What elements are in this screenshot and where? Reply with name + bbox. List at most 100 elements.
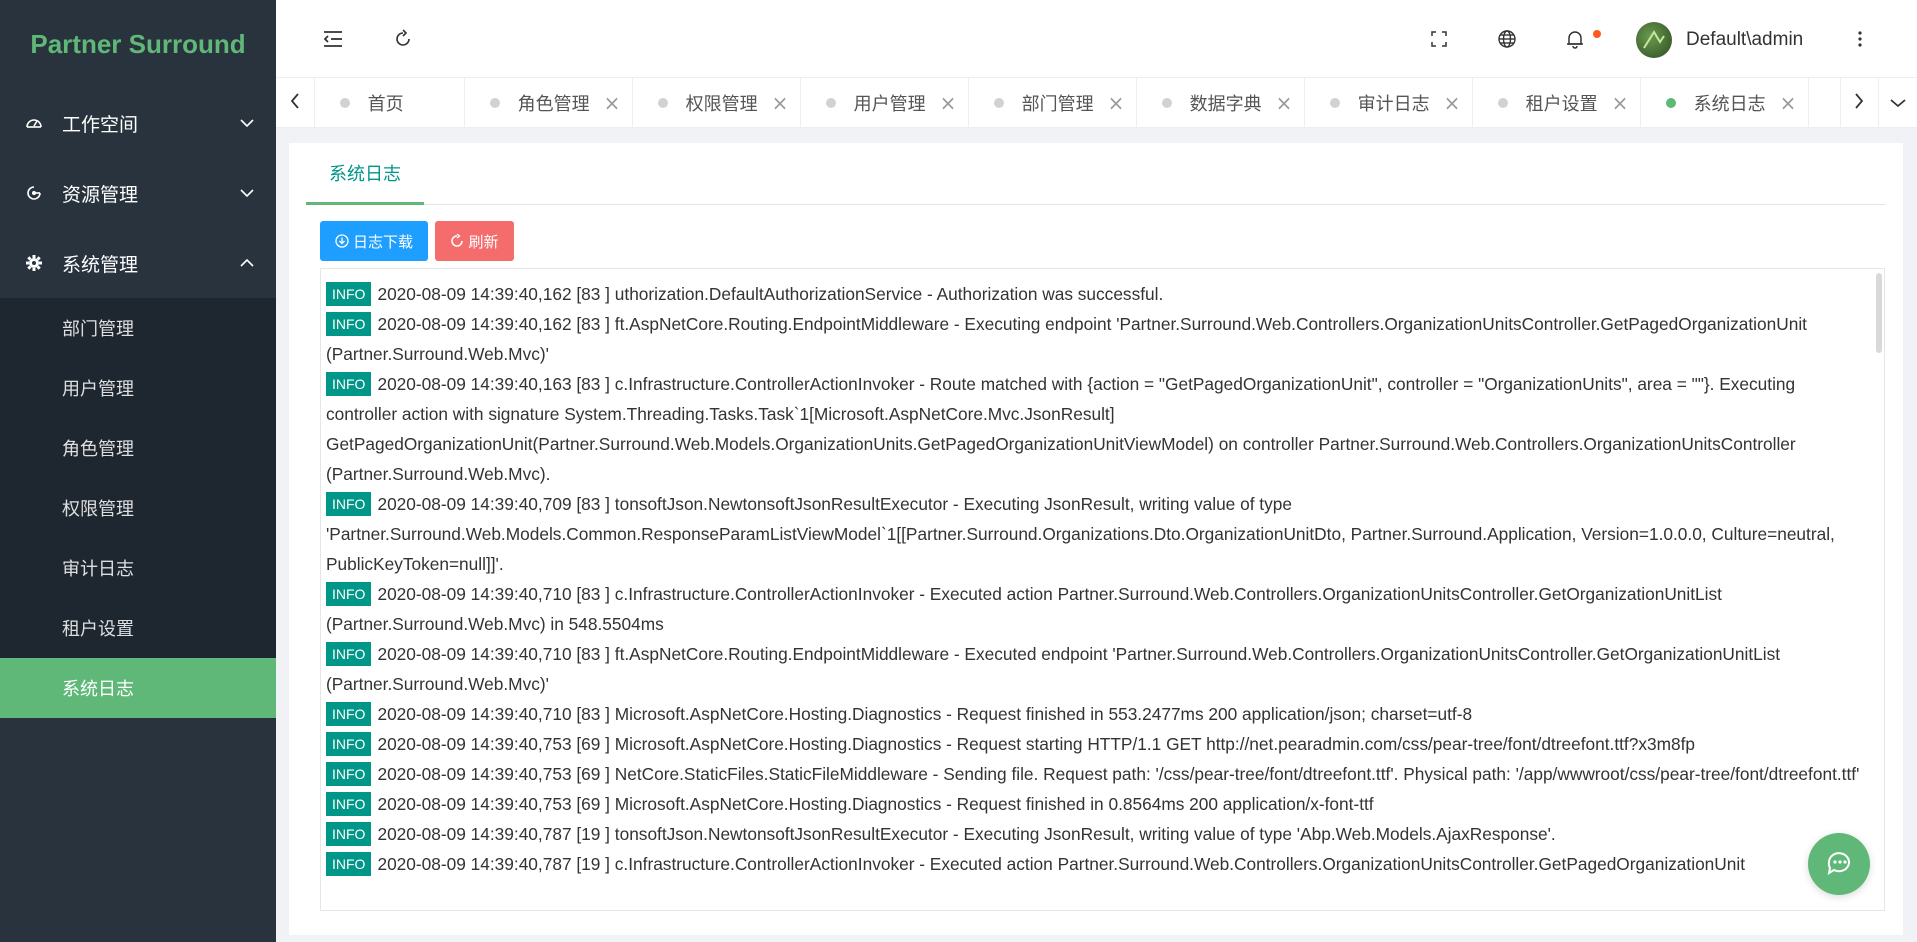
refresh-icon[interactable] (390, 26, 416, 52)
sidebar-item-tenant-settings[interactable]: 租户设置 (0, 598, 276, 658)
tab-label: 权限管理 (685, 94, 758, 115)
refresh-button[interactable]: 刷新 (435, 221, 514, 261)
chevron-down-icon (238, 184, 256, 202)
sidebar-item-audit-logs[interactable]: 审计日志 (0, 538, 276, 598)
tabs-list: 首页 角色管理 × 权限管理 × 用户管理 × 部门管理 × 数据字典 × 审计… (315, 78, 1840, 127)
sidebar-item-users[interactable]: 用户管理 (0, 358, 276, 418)
log-entry: INFO 2020-08-09 14:39:40,162 [83 ] uthori… (326, 279, 1872, 309)
chevron-down-icon (1889, 94, 1907, 113)
refresh-icon (450, 234, 464, 248)
close-icon[interactable]: × (1612, 93, 1629, 113)
sidebar-item-roles[interactable]: 角色管理 (0, 418, 276, 478)
log-text: 2020-08-09 14:39:40,710 [83 ] Microsoft.… (377, 704, 1473, 724)
log-entry: INFO 2020-08-09 14:39:40,753 [69 ] Micros… (326, 789, 1872, 819)
top-header: Default\admin (276, 0, 1917, 78)
log-level-badge: INFO (326, 642, 372, 666)
log-text: 2020-08-09 14:39:40,753 [69 ] NetCore.St… (377, 764, 1860, 784)
close-icon[interactable]: × (1108, 93, 1125, 113)
menu-group-label: 系统管理 (62, 253, 139, 276)
fullscreen-icon[interactable] (1426, 26, 1452, 52)
tabs-bar: 首页 角色管理 × 权限管理 × 用户管理 × 部门管理 × 数据字典 × 审计… (276, 78, 1917, 128)
tab-label: 租户设置 (1525, 94, 1598, 115)
log-text: 2020-08-09 14:39:40,787 [19 ] c.Infrastr… (377, 854, 1746, 874)
menu-group-resources[interactable]: 资源管理 (0, 158, 276, 228)
close-icon[interactable]: × (772, 93, 789, 113)
resource-icon (24, 183, 44, 203)
log-entry: INFO 2020-08-09 14:39:40,163 [83 ] c.Infr… (326, 369, 1872, 489)
log-entry: INFO 2020-08-09 14:39:40,710 [83 ] c.Infr… (326, 579, 1872, 639)
gear-icon (24, 253, 44, 273)
log-text: 2020-08-09 14:39:40,710 [83 ] c.Infrastr… (326, 584, 1722, 634)
tab-tenant-settings[interactable]: 租户设置 × (1473, 78, 1641, 127)
tab-label: 用户管理 (853, 94, 926, 115)
more-vertical-icon[interactable] (1847, 26, 1873, 52)
app-logo: Partner Surround (30, 28, 246, 59)
tab-audit-logs[interactable]: 审计日志 × (1305, 78, 1473, 127)
close-icon[interactable]: × (1444, 93, 1461, 113)
log-text: 2020-08-09 14:39:40,162 [83 ] uthorizati… (377, 284, 1164, 304)
log-level-badge: INFO (326, 702, 372, 726)
tab-dot (657, 98, 668, 108)
log-text: 2020-08-09 14:39:40,163 [83 ] c.Infrastr… (326, 374, 1796, 484)
close-icon[interactable]: × (940, 93, 957, 113)
log-level-badge: INFO (326, 312, 372, 336)
chat-icon (1824, 847, 1854, 881)
tab-label: 审计日志 (1357, 94, 1430, 115)
sidebar-item-system-logs[interactable]: 系统日志 (0, 658, 276, 718)
menu-group-system[interactable]: 系统管理 (0, 228, 276, 298)
inner-tab-system-logs[interactable]: 系统日志 (306, 143, 424, 205)
download-label: 日志下载 (352, 232, 413, 251)
tab-label: 数据字典 (1189, 94, 1262, 115)
chat-float-button[interactable] (1808, 833, 1870, 895)
tab-dot (825, 98, 836, 108)
tabs-scroll-left[interactable] (276, 78, 315, 128)
refresh-label: 刷新 (468, 232, 499, 251)
log-entry: INFO 2020-08-09 14:39:40,787 [19 ] tonsof… (326, 819, 1872, 849)
log-entry: INFO 2020-08-09 14:39:40,710 [83 ] ft.Asp… (326, 639, 1872, 699)
log-level-badge: INFO (326, 732, 372, 756)
notification-dot (1593, 30, 1601, 38)
tab-system-logs[interactable]: 系统日志 × (1641, 78, 1809, 127)
tab-dictionary[interactable]: 数据字典 × (1137, 78, 1305, 127)
sidebar-item-departments[interactable]: 部门管理 (0, 298, 276, 358)
log-level-badge: INFO (326, 282, 372, 306)
log-level-badge: INFO (326, 582, 372, 606)
tab-permissions[interactable]: 权限管理 × (633, 78, 801, 127)
tabs-dropdown[interactable] (1879, 78, 1917, 128)
log-entry: INFO 2020-08-09 14:39:40,753 [69 ] NetCor… (326, 759, 1872, 789)
tab-label: 系统日志 (1693, 94, 1766, 115)
scrollbar-thumb[interactable] (1876, 273, 1882, 353)
menu-group-workspace[interactable]: 工作空间 (0, 88, 276, 158)
notification-bell-icon[interactable] (1562, 26, 1588, 52)
log-level-badge: INFO (326, 762, 372, 786)
log-text: 2020-08-09 14:39:40,753 [69 ] Microsoft.… (377, 794, 1374, 814)
close-icon[interactable]: × (1780, 93, 1797, 113)
log-entry: INFO 2020-08-09 14:39:40,710 [83 ] Micros… (326, 699, 1872, 729)
tabs-scroll-right[interactable] (1839, 78, 1879, 128)
tab-dot (1665, 98, 1676, 108)
tab-label: 首页 (367, 94, 404, 115)
chevron-left-icon (289, 92, 301, 114)
dashboard-icon (24, 113, 44, 133)
inner-tab-row: 系统日志 (306, 143, 1886, 205)
sidebar-item-permissions[interactable]: 权限管理 (0, 478, 276, 538)
tab-roles[interactable]: 角色管理 × (465, 78, 633, 127)
globe-icon[interactable] (1494, 26, 1520, 52)
download-icon (335, 234, 349, 248)
close-icon[interactable]: × (1276, 93, 1293, 113)
log-level-badge: INFO (326, 372, 372, 396)
collapse-menu-icon[interactable] (320, 26, 346, 52)
tab-dot (993, 98, 1004, 108)
download-logs-button[interactable]: 日志下载 (320, 221, 428, 261)
tab-dot (1161, 98, 1172, 108)
log-entry: INFO 2020-08-09 14:39:40,787 [19 ] c.Infr… (326, 849, 1872, 879)
avatar (1636, 22, 1672, 58)
log-viewer[interactable]: INFO 2020-08-09 14:39:40,162 [83 ] uthori… (320, 268, 1885, 911)
user-menu[interactable]: Default\admin (1636, 22, 1803, 58)
chevron-right-icon (1853, 92, 1865, 114)
tab-users[interactable]: 用户管理 × (801, 78, 969, 127)
close-icon[interactable]: × (604, 93, 621, 113)
log-text: 2020-08-09 14:39:40,162 [83 ] ft.AspNetC… (326, 314, 1807, 364)
tab-departments[interactable]: 部门管理 × (969, 78, 1137, 127)
tab-home[interactable]: 首页 (315, 78, 465, 127)
